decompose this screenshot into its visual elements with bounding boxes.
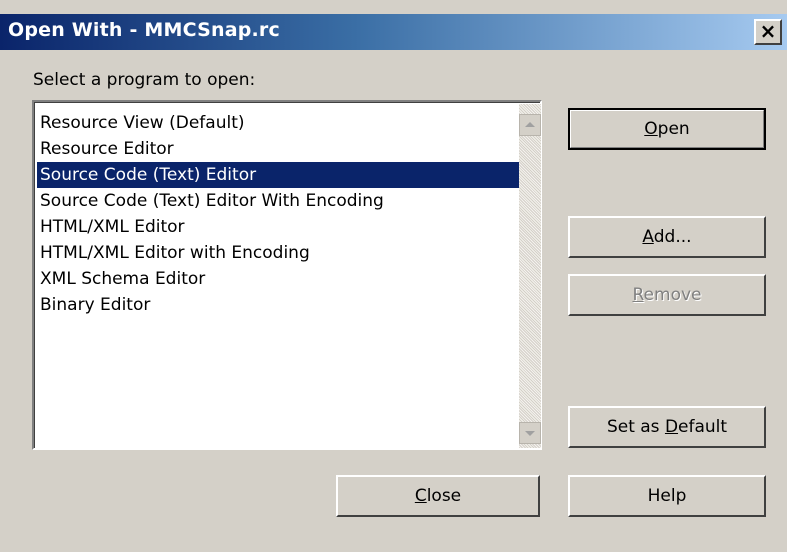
open-with-dialog: Open With - MMCSnap.rc × Select a progra… (0, 0, 787, 552)
program-list-item[interactable]: HTML/XML Editor with Encoding (37, 240, 521, 266)
program-list-item[interactable]: Resource View (Default) (37, 110, 521, 136)
scroll-up-arrow-icon (525, 122, 535, 127)
help-button-label: Help (647, 486, 687, 506)
set-default-label-pre: Set as (606, 417, 665, 437)
window-title: Open With - MMCSnap.rc (8, 19, 280, 41)
program-list[interactable]: Resource View (Default) Resource Editor So… (37, 110, 521, 318)
default-button-bevel (570, 110, 764, 148)
scroll-up-button[interactable] (519, 114, 541, 136)
add-button-label-post: dd... (653, 227, 692, 247)
help-button[interactable]: Help (568, 475, 766, 517)
program-listbox[interactable]: Resource View (Default) Resource Editor So… (32, 100, 542, 450)
remove-button-accelerator: R (632, 285, 644, 305)
remove-button[interactable]: Remove (568, 274, 766, 316)
set-as-default-button[interactable]: Set as Default (568, 406, 766, 448)
program-list-item[interactable]: HTML/XML Editor (37, 214, 521, 240)
vertical-scrollbar[interactable] (519, 104, 541, 448)
remove-button-label-post: emove (643, 285, 702, 305)
close-button-label-post: lose (426, 486, 462, 506)
select-program-label: Select a program to open: (33, 70, 256, 90)
title-bar[interactable]: Open With - MMCSnap.rc × (0, 14, 787, 50)
scroll-down-button[interactable] (519, 422, 541, 444)
program-list-item[interactable]: XML Schema Editor (37, 266, 521, 292)
program-list-item[interactable]: Source Code (Text) Editor (37, 162, 521, 188)
close-button-accelerator: C (414, 486, 427, 506)
close-window-button[interactable]: × (754, 19, 782, 45)
open-button[interactable]: Open (568, 108, 766, 150)
program-list-item[interactable]: Resource Editor (37, 136, 521, 162)
program-list-item[interactable]: Binary Editor (37, 292, 521, 318)
scroll-down-arrow-icon (525, 431, 535, 436)
close-button[interactable]: Close (336, 475, 540, 517)
set-default-label-post: efault (678, 417, 728, 437)
add-button[interactable]: Add... (568, 216, 766, 258)
add-button-accelerator: A (642, 227, 654, 247)
close-icon: × (759, 19, 777, 43)
set-default-accelerator: D (664, 417, 679, 437)
program-list-item[interactable]: Source Code (Text) Editor With Encoding (37, 188, 521, 214)
